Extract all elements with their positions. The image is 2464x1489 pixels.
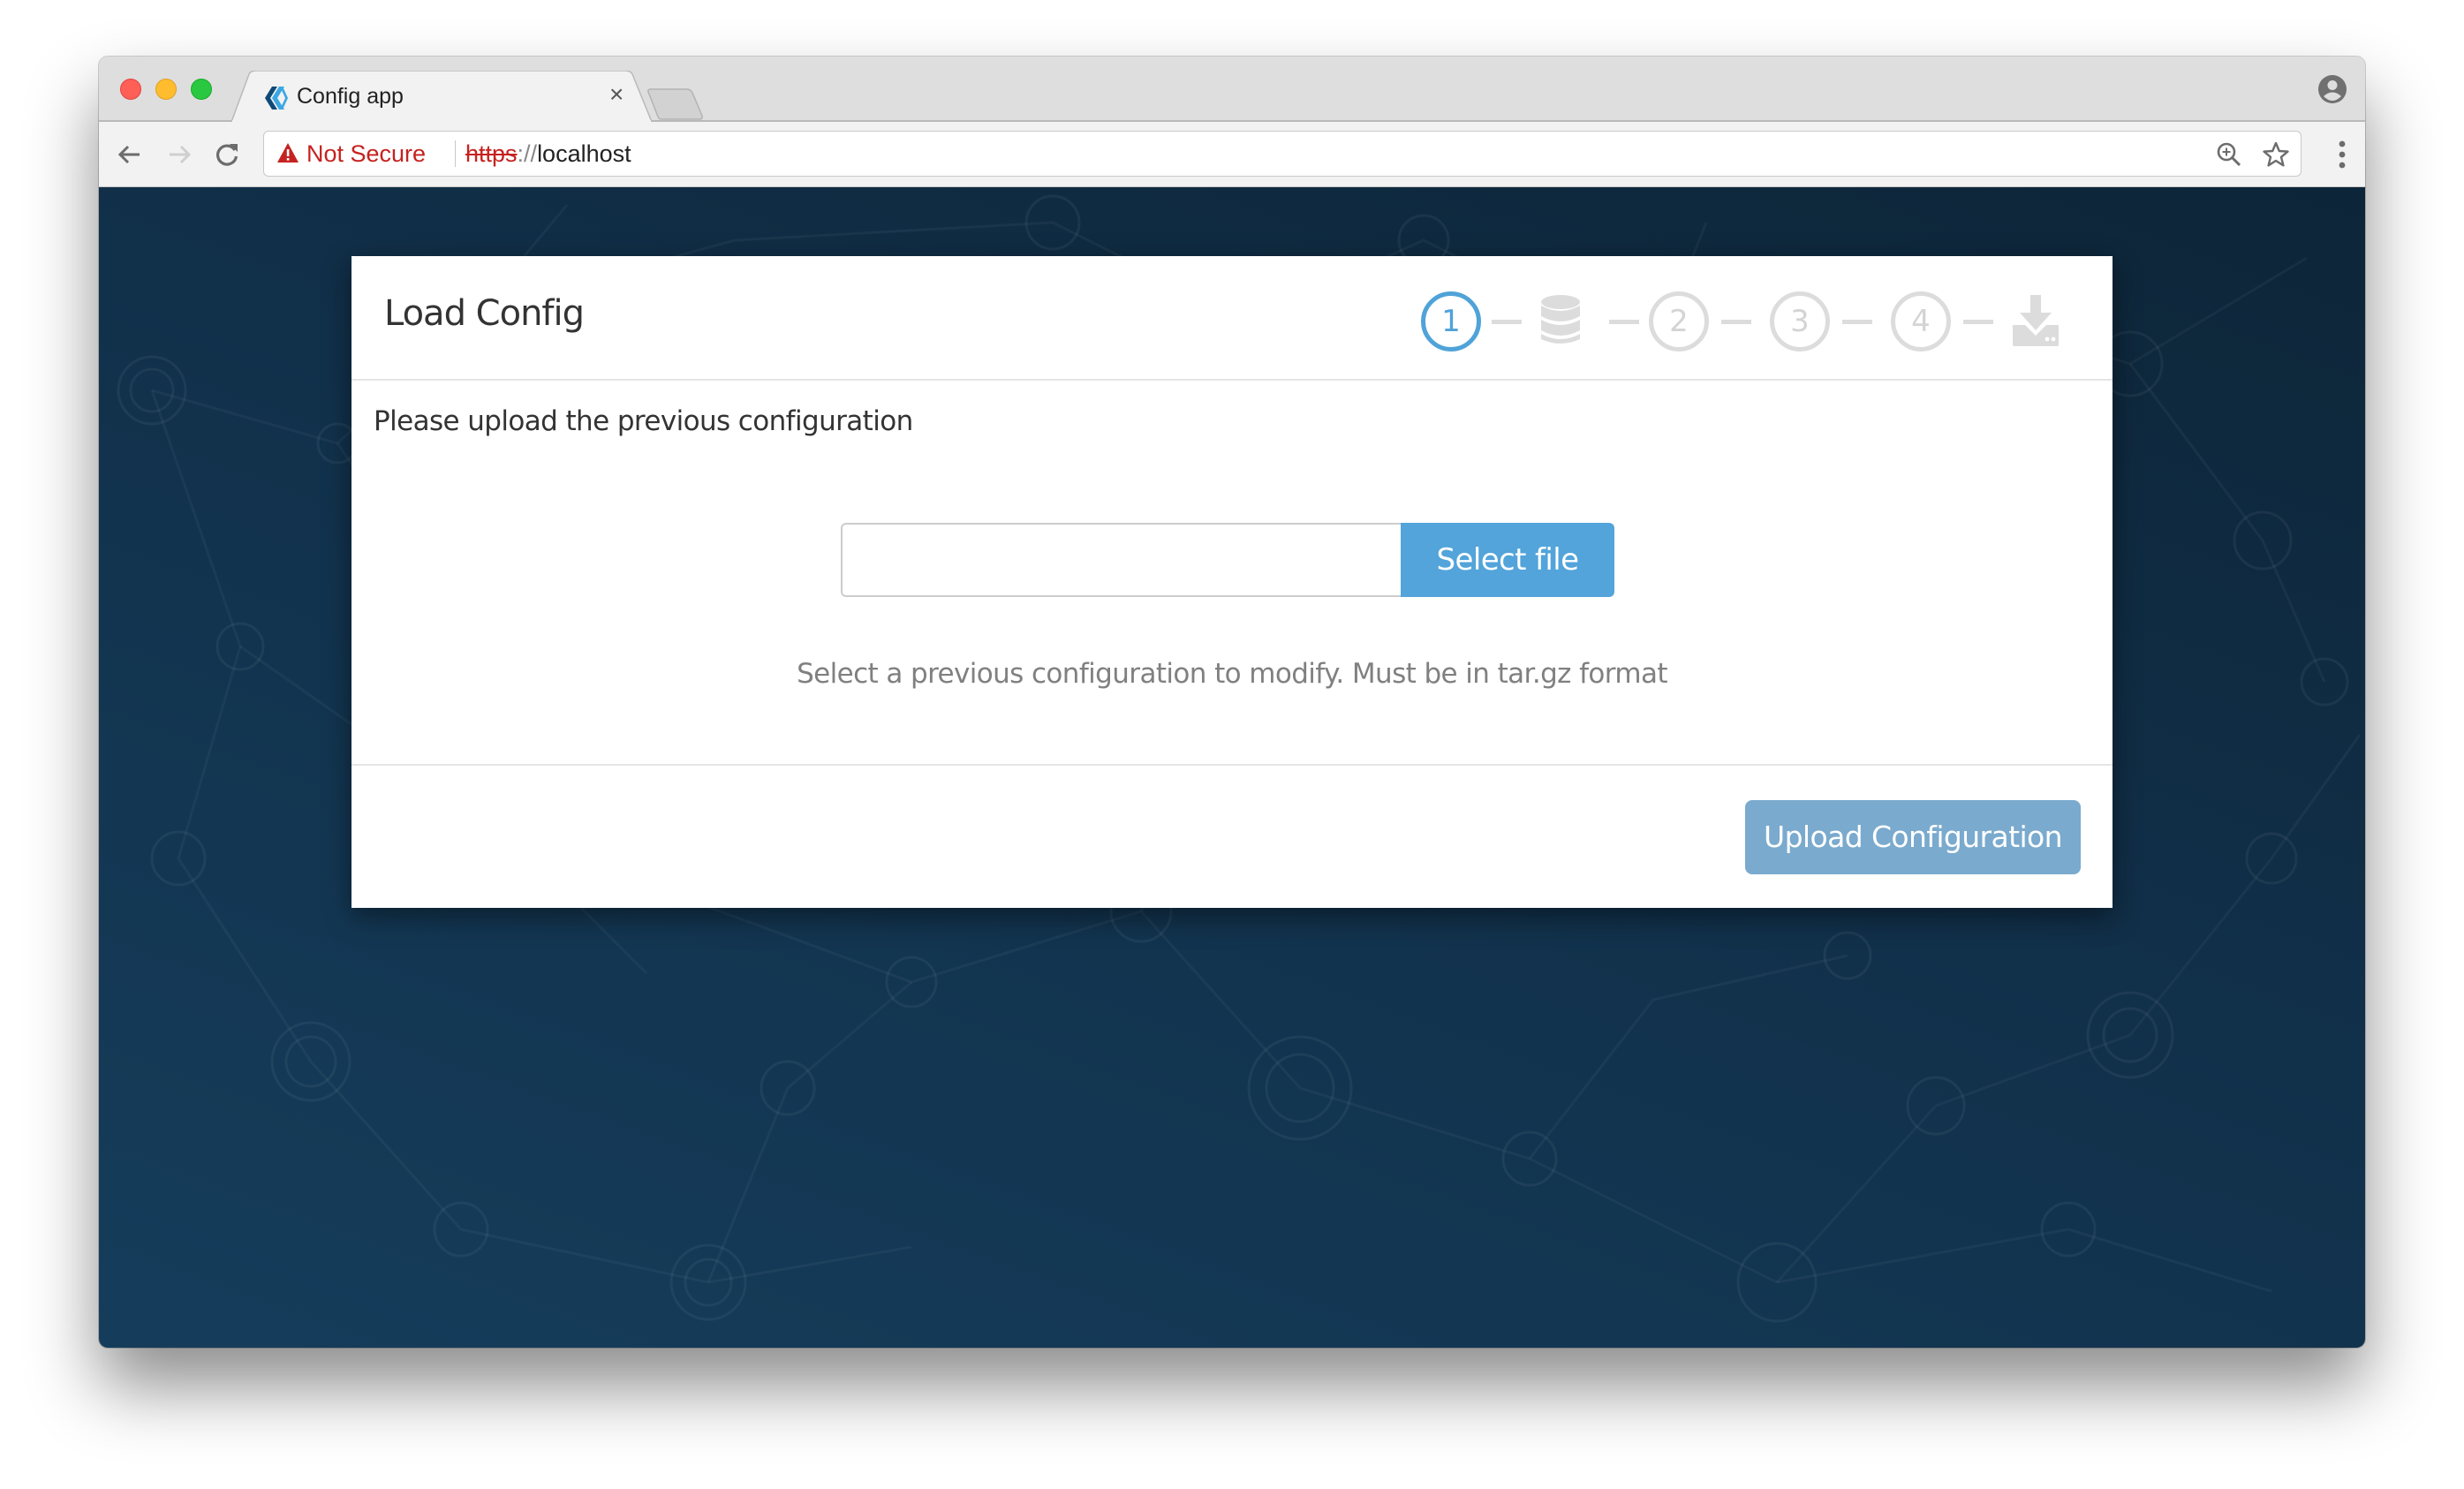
upload-configuration-button[interactable]: Upload Configuration <box>1745 800 2081 874</box>
maximize-window-button[interactable] <box>191 79 212 100</box>
zoom-in-icon[interactable] <box>2216 141 2242 168</box>
url-text[interactable]: https://localhost <box>465 140 631 168</box>
step-connector <box>1492 320 1522 324</box>
arrow-right-icon[interactable] <box>164 140 194 170</box>
step-1[interactable]: 1 <box>1421 291 1481 351</box>
profile-icon[interactable] <box>2317 74 2347 104</box>
tab-shape <box>231 71 652 122</box>
address-bar[interactable]: Not Secure https://localhost <box>263 131 2301 177</box>
intro-text: Please upload the previous configuration <box>374 405 913 437</box>
url-separator: :// <box>517 140 538 167</box>
step-2[interactable]: 2 <box>1649 291 1709 351</box>
select-file-button[interactable]: Select file <box>1401 523 1614 597</box>
address-bar-divider <box>455 140 456 167</box>
page-title: Load Config <box>384 293 585 334</box>
database-icon[interactable] <box>1536 293 1585 348</box>
security-status-label[interactable]: Not Secure <box>306 140 426 168</box>
tab-title: Config app <box>297 84 404 109</box>
card-header: Load Config 1 2 3 4 <box>351 256 2113 381</box>
browser-toolbar: Not Secure https://localhost <box>99 122 2365 187</box>
url-host: localhost <box>537 140 631 167</box>
config-app-logo-icon <box>265 87 288 110</box>
arrow-left-icon[interactable] <box>115 140 145 170</box>
load-config-card: Load Config 1 2 3 4 Please upload the pr… <box>351 256 2113 908</box>
tab-strip: Config app × <box>99 57 2365 122</box>
minimize-window-button[interactable] <box>155 79 177 100</box>
reload-icon[interactable] <box>212 140 242 170</box>
file-path-input[interactable] <box>841 523 1401 597</box>
step-connector <box>1609 320 1639 324</box>
step-3[interactable]: 3 <box>1770 291 1830 351</box>
star-icon[interactable] <box>2262 140 2290 169</box>
tab-config-app[interactable]: Config app × <box>231 71 652 122</box>
download-icon[interactable] <box>2011 293 2060 348</box>
step-connector <box>1721 320 1751 324</box>
browser-window: Config app × Not Secure https://localhos… <box>99 57 2365 1348</box>
tab-close-icon[interactable]: × <box>609 81 624 108</box>
url-scheme: https <box>465 140 518 167</box>
step-connector <box>1842 320 1872 324</box>
help-text: Select a previous configuration to modif… <box>797 658 1667 690</box>
step-4[interactable]: 4 <box>1891 291 1951 351</box>
warning-triangle-icon <box>277 143 299 163</box>
step-connector <box>1963 320 1993 324</box>
new-tab-button[interactable] <box>646 88 705 120</box>
kebab-menu-icon[interactable] <box>2337 140 2347 170</box>
close-window-button[interactable] <box>120 79 141 100</box>
card-footer: Upload Configuration <box>351 764 2113 908</box>
page-viewport: Load Config 1 2 3 4 Please upload the pr… <box>99 187 2365 1348</box>
